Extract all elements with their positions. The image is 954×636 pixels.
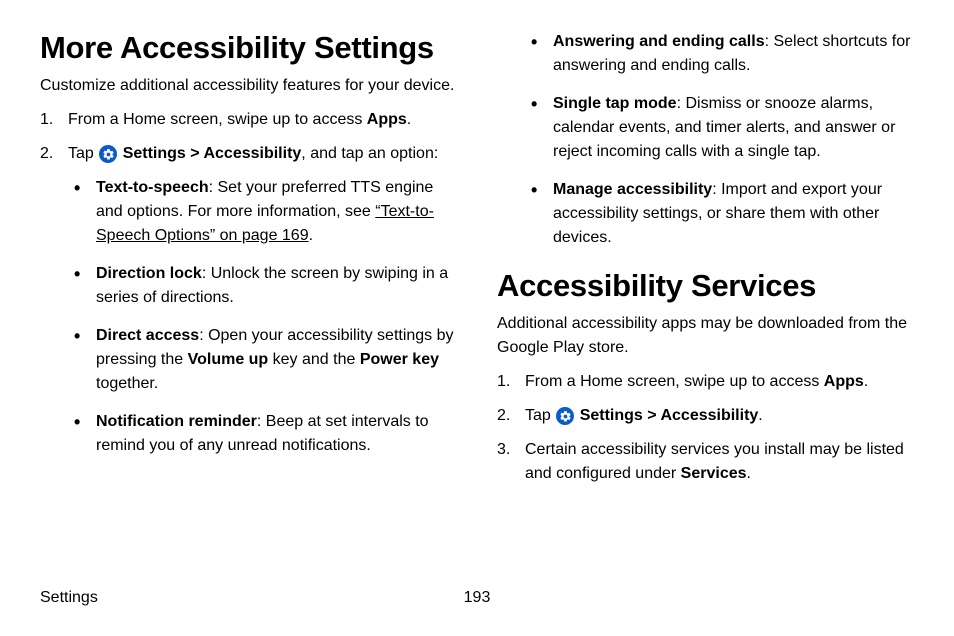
breadcrumb-sep: > xyxy=(186,145,204,162)
s3-services: Services xyxy=(681,465,747,482)
bullet-manage-accessibility: Manage accessibility: Import and export … xyxy=(497,178,914,250)
settings-label: Settings xyxy=(123,145,186,162)
answering-calls-label: Answering and ending calls xyxy=(553,33,765,50)
volume-up-label: Volume up xyxy=(188,351,269,368)
direction-lock-label: Direction lock xyxy=(96,265,202,282)
s2-pre: Tap xyxy=(525,407,555,424)
right-bullets: Answering and ending calls: Select short… xyxy=(497,30,914,250)
single-tap-label: Single tap mode xyxy=(553,95,677,112)
step-2-pre: Tap xyxy=(68,145,98,162)
bullet-tts: Text-to-speech: Set your preferred TTS e… xyxy=(68,176,457,248)
right-column: Answering and ending calls: Select short… xyxy=(497,30,914,496)
bullet-direct-access: Direct access: Open your accessibility s… xyxy=(68,324,457,396)
right-steps: From a Home screen, swipe up to access A… xyxy=(497,370,914,486)
bullet-direction-lock: Direction lock: Unlock the screen by swi… xyxy=(68,262,457,310)
step-1: From a Home screen, swipe up to access A… xyxy=(40,108,457,132)
step-1-post: . xyxy=(407,111,411,128)
step-2: Tap Settings > Accessibility, and tap an… xyxy=(40,142,457,458)
s2-access: Accessibility xyxy=(660,407,758,424)
s1-apps: Apps xyxy=(824,373,864,390)
settings-icon xyxy=(99,145,117,163)
tts-label: Text-to-speech xyxy=(96,179,209,196)
footer-page-number: 193 xyxy=(464,586,491,610)
settings-icon xyxy=(556,407,574,425)
s2-settings: Settings xyxy=(580,407,643,424)
left-bullets: Text-to-speech: Set your preferred TTS e… xyxy=(68,176,457,458)
intro-services: Additional accessibility apps may be dow… xyxy=(497,312,914,360)
heading-accessibility-services: Accessibility Services xyxy=(497,268,914,304)
page-footer: Settings 193 xyxy=(40,586,914,610)
s1-post: . xyxy=(864,373,868,390)
s2-sep: > xyxy=(643,407,661,424)
service-step-2: Tap Settings > Accessibility. xyxy=(497,404,914,428)
bullet-notification-reminder: Notification reminder: Beep at set inter… xyxy=(68,410,457,458)
manage-accessibility-label: Manage accessibility xyxy=(553,181,712,198)
accessibility-label: Accessibility xyxy=(203,145,301,162)
heading-more-accessibility: More Accessibility Settings xyxy=(40,30,457,66)
footer-section: Settings xyxy=(40,586,98,610)
intro-text: Customize additional accessibility featu… xyxy=(40,74,457,98)
s2-post: . xyxy=(758,407,762,424)
service-step-3: Certain accessibility services you insta… xyxy=(497,438,914,486)
step-2-post: , and tap an option: xyxy=(301,145,438,162)
s1-pre: From a Home screen, swipe up to access xyxy=(525,373,824,390)
bullet-single-tap: Single tap mode: Dismiss or snooze alarm… xyxy=(497,92,914,164)
service-step-1: From a Home screen, swipe up to access A… xyxy=(497,370,914,394)
apps-label: Apps xyxy=(367,111,407,128)
left-column: More Accessibility Settings Customize ad… xyxy=(40,30,457,496)
step-1-pre: From a Home screen, swipe up to access xyxy=(68,111,367,128)
content-columns: More Accessibility Settings Customize ad… xyxy=(40,30,914,496)
direct-access-t2: key and the xyxy=(268,351,360,368)
tts-text-2: . xyxy=(309,227,313,244)
bullet-answering-calls: Answering and ending calls: Select short… xyxy=(497,30,914,78)
left-steps: From a Home screen, swipe up to access A… xyxy=(40,108,457,458)
power-key-label: Power key xyxy=(360,351,439,368)
direct-access-label: Direct access xyxy=(96,327,199,344)
direct-access-t3: together. xyxy=(96,375,158,392)
notification-reminder-label: Notification reminder xyxy=(96,413,257,430)
s3-post: . xyxy=(747,465,751,482)
